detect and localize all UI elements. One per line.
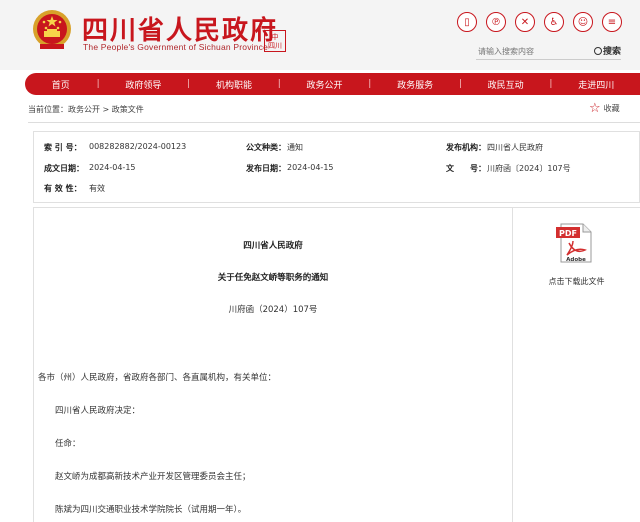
svg-text:PDF: PDF — [559, 229, 577, 238]
date-label: 成文日期： — [44, 164, 84, 173]
download-link[interactable]: 点击下载此文件 — [513, 276, 640, 287]
document-meta-box: 索 引 号： 008282882/2024-00123 公文种类： 通知 发布机… — [33, 131, 640, 203]
paragraph: 任命： — [55, 439, 81, 449]
divider — [28, 122, 640, 123]
search-button[interactable]: 搜索 — [593, 44, 621, 57]
paragraph: 各市（州）人民政府，省政府各部门、各直属机构，有关单位： — [38, 373, 277, 383]
document-number: 川府函（2024）107号 — [228, 305, 318, 315]
main-nav: 首页 | 政府领导 | 机构职能 | 政务公开 | 政务服务 | 政民互动 | … — [25, 73, 640, 95]
more-icon[interactable]: ≡ — [602, 12, 622, 32]
nav-functions[interactable]: 机构职能 — [190, 78, 278, 91]
nav-services[interactable]: 政务服务 — [371, 78, 459, 91]
search-icon — [593, 47, 602, 55]
docno-value: 川府函〔2024〕107号 — [487, 164, 571, 173]
date-value: 2024-04-15 — [89, 163, 136, 172]
nav-sichuan[interactable]: 走进四川 — [552, 78, 640, 91]
favorite-button[interactable]: ☆ 收藏 — [589, 101, 620, 116]
type-label: 公文种类： — [246, 143, 286, 152]
weibo-icon[interactable]: ℗ — [486, 12, 506, 32]
document-title: 关于任免赵文峤等职务的通知 — [217, 273, 329, 283]
svg-text:Adobe: Adobe — [566, 257, 586, 263]
national-emblem-icon — [33, 10, 71, 49]
pub-date-value: 2024-04-15 — [287, 163, 334, 172]
star-icon: ☆ — [589, 101, 601, 116]
site-subtitle: The People's Government of Sichuan Provi… — [83, 42, 269, 52]
document-org: 四川省人民政府 — [243, 241, 303, 251]
type-value: 通知 — [287, 143, 303, 152]
paragraph: 四川省人民政府决定： — [55, 406, 141, 416]
nav-open-gov[interactable]: 政务公开 — [281, 78, 369, 91]
pub-date-label: 发布日期： — [246, 164, 286, 173]
seal-logo: 中 四川 — [264, 30, 286, 52]
breadcrumb[interactable]: 当前位置：政务公开 > 政策文件 — [28, 104, 144, 115]
paragraph: 赵文峤为成都高新技术产业开发区管理委员会主任； — [55, 472, 251, 482]
issuer-value: 四川省人民政府 — [487, 143, 543, 152]
elder-care-icon[interactable]: ☺ — [573, 12, 593, 32]
index-value: 008282882/2024-00123 — [89, 142, 187, 151]
validity-value: 有效 — [89, 184, 105, 193]
nav-interaction[interactable]: 政民互动 — [462, 78, 550, 91]
paragraph: 陈斌为四川交通职业技术学院院长（试用期一年）。 — [55, 505, 247, 515]
accessibility-icon[interactable]: ✕ — [515, 12, 535, 32]
issuer-label: 发布机构： — [446, 143, 486, 152]
site-header: 四川省人民政府 The People's Government of Sichu… — [0, 0, 640, 70]
top-icon-bar: ▯ ℗ ✕ ♿ ☺ ≡ — [457, 12, 622, 32]
search-box: 搜索 — [476, 44, 621, 60]
favorite-label: 收藏 — [603, 104, 620, 113]
search-input[interactable] — [476, 44, 594, 58]
wheelchair-icon[interactable]: ♿ — [544, 12, 564, 32]
index-label: 索 引 号： — [44, 143, 82, 152]
pdf-icon[interactable]: PDF Adobe — [555, 223, 593, 263]
docno-label: 文 号： — [446, 164, 486, 173]
nav-leaders[interactable]: 政府领导 — [100, 78, 188, 91]
mobile-icon[interactable]: ▯ — [457, 12, 477, 32]
nav-home[interactable]: 首页 — [25, 78, 97, 91]
validity-label: 有 效 性： — [44, 184, 82, 193]
